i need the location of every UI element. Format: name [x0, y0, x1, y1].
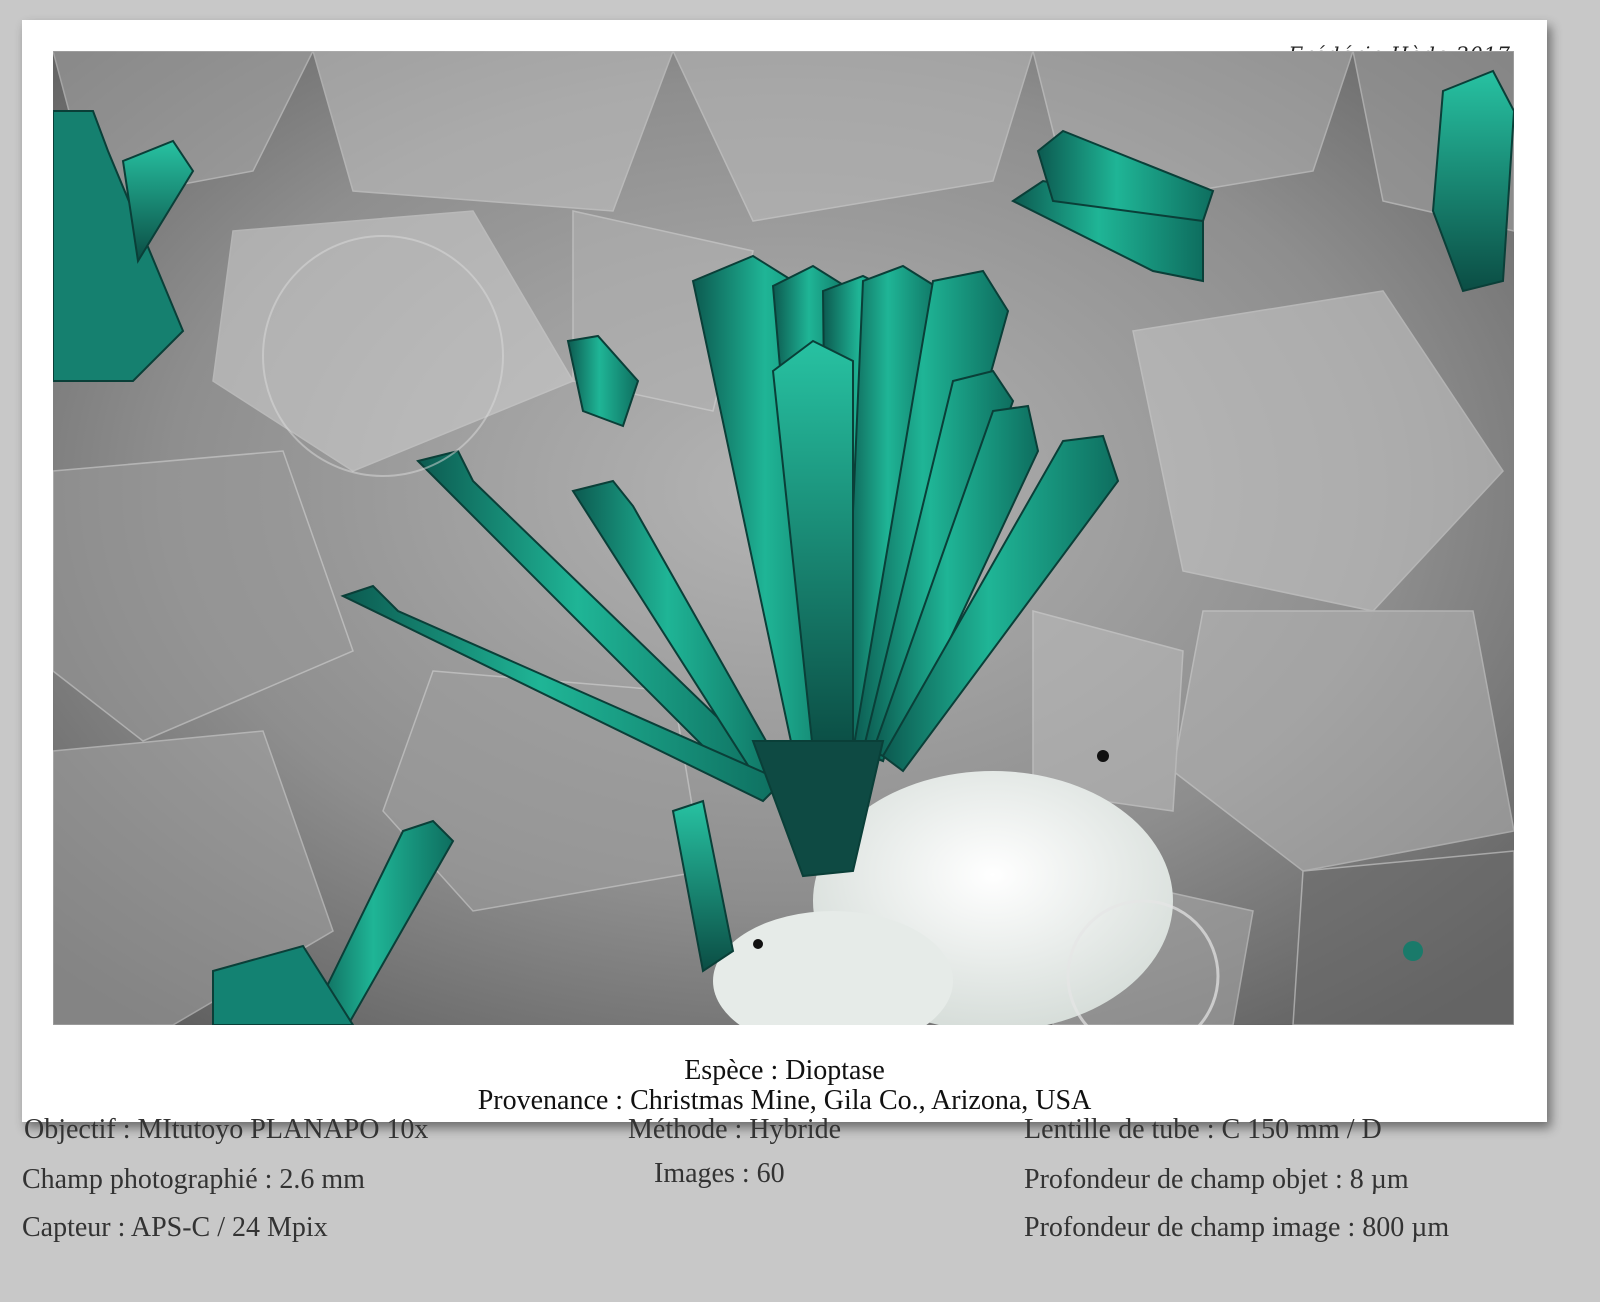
spec-images: Images : 60 — [654, 1158, 785, 1189]
photo-frame: Frédéric Hède 2017 — [22, 20, 1547, 1122]
spec-method: Méthode : Hybride — [628, 1114, 842, 1145]
specimen-photo-illustration — [53, 51, 1514, 1025]
origin-caption: Provenance : Christmas Mine, Gila Co., A… — [477, 1085, 1092, 1116]
species-caption: Espèce : Dioptase — [684, 1055, 885, 1086]
spec-object-dof: Profondeur de champ objet : 8 µm — [1024, 1164, 1409, 1195]
spec-field: Champ photographié : 2.6 mm — [22, 1164, 365, 1195]
spec-objective: Objectif : MItutoyo PLANAPO 10x — [24, 1114, 429, 1145]
spec-sensor: Capteur : APS-C / 24 Mpix — [22, 1212, 328, 1243]
specimen-photo — [53, 51, 1514, 1025]
spec-image-dof: Profondeur de champ image : 800 µm — [1024, 1212, 1450, 1243]
spec-tube-lens: Lentille de tube : C 150 mm / D — [1024, 1114, 1382, 1145]
